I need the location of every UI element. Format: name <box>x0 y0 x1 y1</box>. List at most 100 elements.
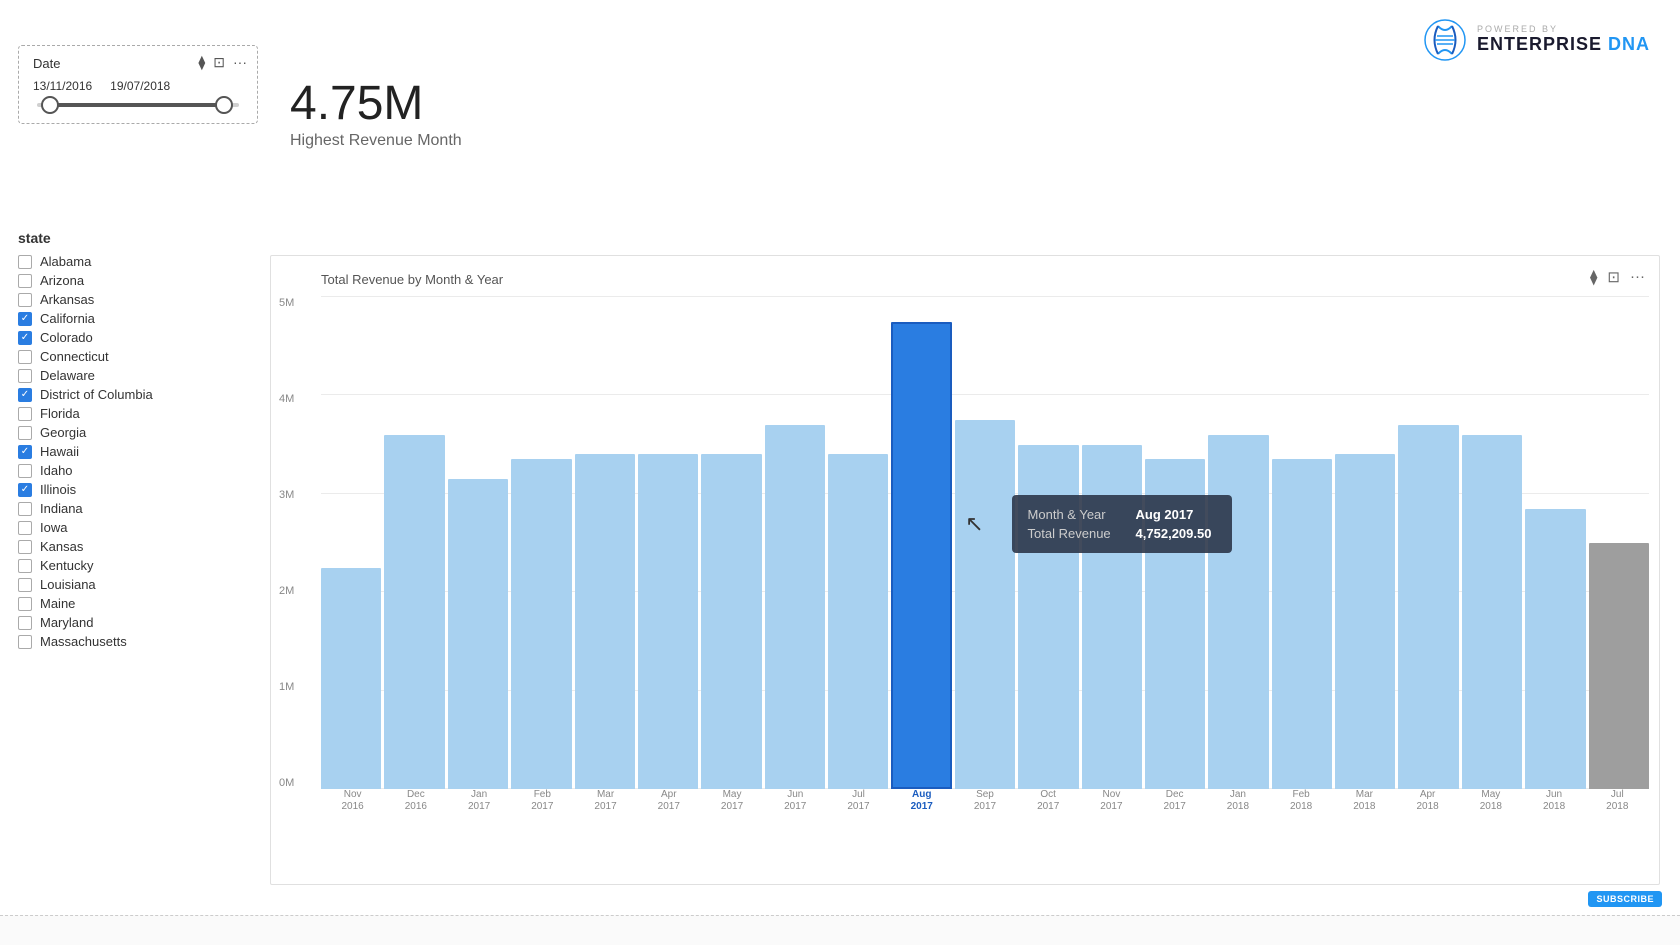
bar-column[interactable] <box>701 297 761 789</box>
export-icon[interactable]: ⊡ <box>213 54 225 71</box>
bar[interactable] <box>575 454 635 789</box>
chart-filter-icon[interactable]: ⧫ <box>1590 268 1597 286</box>
state-item[interactable]: Kansas <box>18 539 258 554</box>
bar-column[interactable] <box>511 297 571 789</box>
bar[interactable] <box>1589 543 1649 789</box>
bar[interactable] <box>1018 445 1078 789</box>
state-checkbox[interactable] <box>18 255 32 269</box>
bars-wrapper[interactable] <box>321 297 1649 789</box>
bar-column[interactable] <box>1145 297 1205 789</box>
bar[interactable] <box>638 454 698 789</box>
state-item[interactable]: Connecticut <box>18 349 258 364</box>
bar-column[interactable] <box>448 297 508 789</box>
bar[interactable] <box>891 322 951 789</box>
state-item[interactable]: Alabama <box>18 254 258 269</box>
bar[interactable] <box>765 425 825 789</box>
bar-column[interactable] <box>321 297 381 789</box>
state-item[interactable]: Indiana <box>18 501 258 516</box>
state-item[interactable]: Iowa <box>18 520 258 535</box>
state-checkbox[interactable] <box>18 331 32 345</box>
state-checkbox[interactable] <box>18 274 32 288</box>
state-checkbox[interactable] <box>18 369 32 383</box>
bar[interactable] <box>701 454 761 789</box>
state-item[interactable]: Hawaii <box>18 444 258 459</box>
bar-column[interactable] <box>891 297 951 789</box>
bar-column[interactable] <box>1335 297 1395 789</box>
bar-column[interactable] <box>638 297 698 789</box>
more-options-icon[interactable]: ··· <box>233 54 247 71</box>
state-item[interactable]: Kentucky <box>18 558 258 573</box>
state-checkbox[interactable] <box>18 293 32 307</box>
logo-area: POWERED BY ENTERPRISE DNA <box>1423 18 1650 62</box>
state-label: Colorado <box>40 330 93 345</box>
state-label: Delaware <box>40 368 95 383</box>
state-checkbox[interactable] <box>18 445 32 459</box>
bar[interactable] <box>1082 445 1142 789</box>
bar[interactable] <box>321 568 381 789</box>
state-checkbox[interactable] <box>18 388 32 402</box>
bar[interactable] <box>1462 435 1522 789</box>
bar-column[interactable] <box>1018 297 1078 789</box>
bar-column[interactable] <box>1082 297 1142 789</box>
state-checkbox[interactable] <box>18 312 32 326</box>
bar-column[interactable] <box>1589 297 1649 789</box>
bar[interactable] <box>1272 459 1332 789</box>
bar-column[interactable] <box>1462 297 1522 789</box>
state-checkbox[interactable] <box>18 540 32 554</box>
state-item[interactable]: Colorado <box>18 330 258 345</box>
bar[interactable] <box>955 420 1015 789</box>
bar[interactable] <box>1208 435 1268 789</box>
bar[interactable] <box>384 435 444 789</box>
bar[interactable] <box>511 459 571 789</box>
state-item[interactable]: Illinois <box>18 482 258 497</box>
bar-column[interactable] <box>828 297 888 789</box>
state-checkbox[interactable] <box>18 407 32 421</box>
state-checkbox[interactable] <box>18 616 32 630</box>
filter-icon[interactable]: ⧫ <box>198 54 205 71</box>
chart-export-icon[interactable]: ⊡ <box>1607 268 1620 286</box>
slider-thumb-left[interactable] <box>41 96 59 114</box>
chart-title: Total Revenue by Month & Year <box>321 272 1649 287</box>
subscribe-button[interactable]: SUBSCRIBE <box>1588 891 1662 907</box>
state-item[interactable]: Idaho <box>18 463 258 478</box>
bar-column[interactable] <box>575 297 635 789</box>
state-checkbox[interactable] <box>18 635 32 649</box>
state-item[interactable]: Maine <box>18 596 258 611</box>
state-item[interactable]: District of Columbia <box>18 387 258 402</box>
bar[interactable] <box>1525 509 1585 789</box>
bar-column[interactable] <box>1208 297 1268 789</box>
bar[interactable] <box>1145 459 1205 789</box>
bar-column[interactable] <box>1398 297 1458 789</box>
state-item[interactable]: Maryland <box>18 615 258 630</box>
state-item[interactable]: California <box>18 311 258 326</box>
bar[interactable] <box>448 479 508 789</box>
state-checkbox[interactable] <box>18 350 32 364</box>
bar-column[interactable] <box>1272 297 1332 789</box>
state-checkbox[interactable] <box>18 578 32 592</box>
dna-icon <box>1423 18 1467 62</box>
chart-more-icon[interactable]: ··· <box>1630 268 1645 286</box>
date-slider-track[interactable] <box>37 103 239 107</box>
state-item[interactable]: Delaware <box>18 368 258 383</box>
state-item[interactable]: Massachusetts <box>18 634 258 649</box>
bar-column[interactable] <box>765 297 825 789</box>
bar-column[interactable] <box>384 297 444 789</box>
state-checkbox[interactable] <box>18 597 32 611</box>
state-checkbox[interactable] <box>18 464 32 478</box>
state-checkbox[interactable] <box>18 502 32 516</box>
state-item[interactable]: Florida <box>18 406 258 421</box>
bar-column[interactable] <box>1525 297 1585 789</box>
state-checkbox[interactable] <box>18 521 32 535</box>
state-item[interactable]: Arkansas <box>18 292 258 307</box>
bar-column[interactable] <box>955 297 1015 789</box>
state-checkbox[interactable] <box>18 559 32 573</box>
state-checkbox[interactable] <box>18 426 32 440</box>
state-item[interactable]: Louisiana <box>18 577 258 592</box>
bar[interactable] <box>828 454 888 789</box>
slider-thumb-right[interactable] <box>215 96 233 114</box>
state-item[interactable]: Arizona <box>18 273 258 288</box>
bar[interactable] <box>1398 425 1458 789</box>
state-item[interactable]: Georgia <box>18 425 258 440</box>
bar[interactable] <box>1335 454 1395 789</box>
state-checkbox[interactable] <box>18 483 32 497</box>
